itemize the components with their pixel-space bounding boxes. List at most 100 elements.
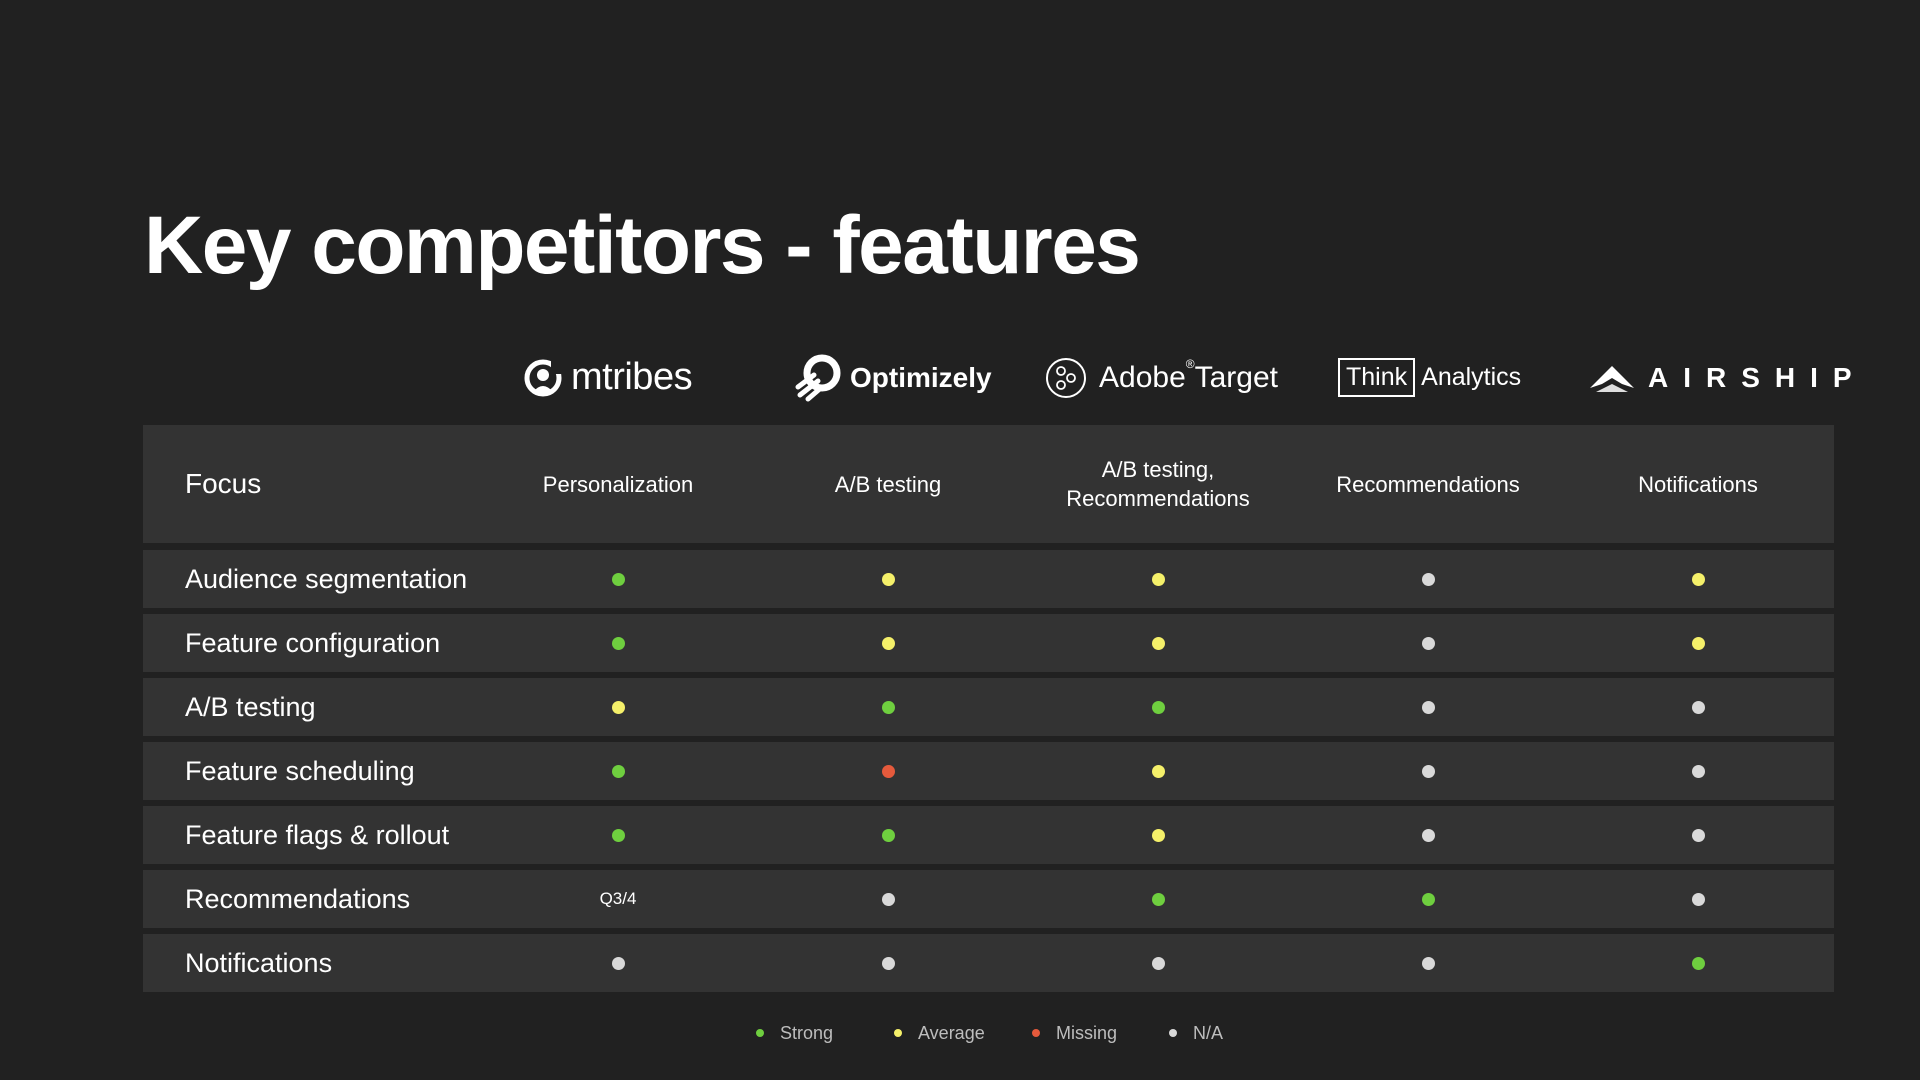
optimizely-logo: Optimizely — [794, 345, 992, 410]
mtribes-logo: mtribes — [523, 345, 693, 410]
rating-cell — [768, 870, 1008, 928]
rating-cell — [1038, 870, 1278, 928]
table-body: Audience segmentation Feature configurati… — [143, 550, 1834, 992]
adobe-target-logo-icon — [1046, 357, 1086, 398]
rating-cell — [768, 806, 1008, 864]
airship-logo-icon — [1590, 365, 1634, 392]
rating-cell — [1578, 934, 1818, 992]
legend-item-average: Average — [894, 1020, 985, 1046]
table-row: Recommendations Q3/4 — [143, 870, 1834, 928]
rating-cell — [1308, 742, 1548, 800]
competitor-logos: mtribes Optimizely Adobe ® Target Think An… — [0, 345, 1920, 410]
rating-cell — [768, 614, 1008, 672]
na-dot-icon — [881, 956, 895, 970]
rating-cell — [1308, 550, 1548, 608]
page-title: Key competitors - features — [144, 200, 1141, 291]
average-dot-icon — [1691, 572, 1705, 586]
strong-dot-icon — [1421, 892, 1435, 906]
rating-cell — [1578, 678, 1818, 736]
table-row: Audience segmentation — [143, 550, 1834, 608]
missing-dot-icon — [1032, 1029, 1040, 1037]
rating-cell — [1578, 806, 1818, 864]
average-dot-icon — [881, 572, 895, 586]
rating-cell — [498, 614, 738, 672]
na-dot-icon — [1421, 764, 1435, 778]
average-dot-icon — [1151, 828, 1165, 842]
rating-cell — [498, 742, 738, 800]
rating-cell — [1578, 550, 1818, 608]
rating-cell — [768, 934, 1008, 992]
na-dot-icon — [1421, 828, 1435, 842]
row-label: A/B testing — [185, 691, 316, 722]
rating-cell — [1038, 550, 1278, 608]
rating-cell — [498, 550, 738, 608]
rating-cell — [1038, 806, 1278, 864]
table-row: Feature configuration — [143, 614, 1834, 672]
cell-text-value: Q3/4 — [599, 889, 637, 908]
na-dot-icon — [1691, 828, 1705, 842]
rating-cell — [1308, 870, 1548, 928]
average-dot-icon — [1151, 764, 1165, 778]
strong-dot-icon — [756, 1029, 764, 1037]
rating-cell — [498, 934, 738, 992]
table-row: Feature scheduling — [143, 742, 1834, 800]
na-dot-icon — [611, 956, 625, 970]
header-label: Focus — [185, 468, 262, 499]
strong-dot-icon — [1691, 956, 1705, 970]
table-row: A/B testing — [143, 678, 1834, 736]
legend-item-na: N/A — [1169, 1020, 1223, 1046]
rating-cell — [768, 742, 1008, 800]
cell-text: Q3/4 — [498, 870, 738, 928]
strong-dot-icon — [611, 764, 625, 778]
legend-label: Strong — [780, 1022, 834, 1043]
legend: Strong Average Missing N/A — [0, 1020, 1920, 1046]
na-dot-icon — [1421, 572, 1435, 586]
na-dot-icon — [1151, 956, 1165, 970]
adobe-target-logo: Adobe ® Target — [1045, 345, 1278, 410]
na-dot-icon — [881, 892, 895, 906]
strong-dot-icon — [1151, 700, 1165, 714]
row-label: Feature configuration — [185, 627, 441, 658]
na-dot-icon — [1169, 1029, 1177, 1037]
rating-cell — [1038, 678, 1278, 736]
average-dot-icon — [1151, 572, 1165, 586]
na-dot-icon — [1421, 956, 1435, 970]
airship-logo: AIRSHIP — [1588, 345, 1867, 410]
optimizely-logo-icon — [795, 354, 841, 401]
rating-cell — [768, 678, 1008, 736]
row-label: Recommendations — [185, 883, 411, 914]
rating-cell — [1038, 742, 1278, 800]
strong-dot-icon — [611, 828, 625, 842]
table-header-row: Focus Personalization A/B testing A/B te… — [143, 425, 1834, 543]
features-table: Focus Personalization A/B testing A/B te… — [143, 425, 1834, 998]
header-focus-optimizely: A/B testing — [834, 471, 942, 497]
rating-cell — [1038, 934, 1278, 992]
average-dot-icon — [1691, 636, 1705, 650]
row-label: Feature scheduling — [185, 755, 415, 786]
rating-cell — [1578, 614, 1818, 672]
rating-cell — [768, 550, 1008, 608]
rating-cell — [1578, 870, 1818, 928]
rating-cell — [1308, 678, 1548, 736]
legend-label: N/A — [1193, 1022, 1224, 1043]
rating-cell — [1308, 934, 1548, 992]
strong-dot-icon — [1151, 892, 1165, 906]
na-dot-icon — [1421, 636, 1435, 650]
rating-cell — [1038, 614, 1278, 672]
header-focus-adobe-target: A/B testing, Recommendations — [1066, 457, 1250, 511]
average-dot-icon — [1151, 636, 1165, 650]
average-dot-icon — [611, 700, 625, 714]
rating-cell — [498, 806, 738, 864]
header-focus-think-analytics: Recommendations — [1336, 471, 1520, 497]
na-dot-icon — [1691, 764, 1705, 778]
average-dot-icon — [881, 636, 895, 650]
row-label: Notifications — [185, 947, 333, 978]
rating-cell — [498, 678, 738, 736]
na-dot-icon — [1691, 892, 1705, 906]
header-focus-mtribes: Personalization — [542, 471, 694, 497]
row-label: Feature flags & rollout — [185, 819, 450, 850]
row-label: Audience segmentation — [185, 563, 468, 594]
header-focus-airship: Notifications — [1638, 471, 1758, 497]
legend-label: Missing — [1056, 1022, 1118, 1043]
rating-cell — [1578, 742, 1818, 800]
